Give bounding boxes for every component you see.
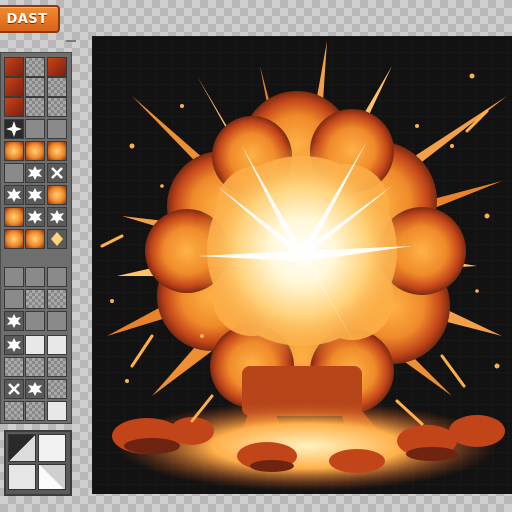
palette-tile[interactable] <box>25 77 45 97</box>
palette-tile[interactable] <box>4 207 24 227</box>
palette-tile[interactable] <box>25 141 45 161</box>
palette-tile[interactable] <box>4 141 24 161</box>
cross-icon <box>48 164 66 182</box>
palette-tile[interactable] <box>47 289 67 309</box>
palette-tile[interactable] <box>4 311 24 331</box>
palette-tile[interactable] <box>47 357 67 377</box>
palette-tile[interactable] <box>47 335 67 355</box>
preview-tile[interactable] <box>38 464 66 490</box>
palette-tile[interactable] <box>47 163 67 183</box>
top-toolbar-button[interactable]: DAST <box>0 5 60 33</box>
palette-tile[interactable] <box>4 185 24 205</box>
star-burst-icon <box>5 336 23 354</box>
explosion-canvas[interactable] <box>92 36 512 494</box>
palette-tile[interactable] <box>25 267 45 287</box>
diamond-icon <box>48 230 66 248</box>
star-burst-icon <box>26 164 44 182</box>
cross-icon <box>5 380 23 398</box>
palette-tile[interactable] <box>25 229 45 249</box>
palette-tile[interactable] <box>4 335 24 355</box>
preview-tile[interactable] <box>8 464 36 490</box>
tile-palette-panel <box>0 52 72 424</box>
star-burst-icon <box>5 186 23 204</box>
palette-tile[interactable] <box>4 289 24 309</box>
palette-tile[interactable] <box>25 311 45 331</box>
palette-tile[interactable] <box>25 289 45 309</box>
palette-tile[interactable] <box>4 57 24 77</box>
palette-tile[interactable] <box>47 141 67 161</box>
palette-tile[interactable] <box>4 97 24 117</box>
sparkle-icon <box>5 120 23 138</box>
palette-tile[interactable] <box>47 97 67 117</box>
collapse-handle-icon[interactable] <box>66 40 76 48</box>
explosion-sprite <box>100 41 507 491</box>
palette-tile[interactable] <box>47 119 67 139</box>
top-toolbar-button-label: DAST <box>6 11 48 27</box>
palette-tile[interactable] <box>47 57 67 77</box>
star-burst-icon <box>26 380 44 398</box>
preview-tile[interactable] <box>8 434 36 462</box>
palette-tile[interactable] <box>4 401 24 421</box>
palette-tile[interactable] <box>47 229 67 249</box>
star-burst-icon <box>5 312 23 330</box>
palette-tile[interactable] <box>4 119 24 139</box>
star-burst-icon <box>48 208 66 226</box>
palette-tile[interactable] <box>47 379 67 399</box>
palette-tile[interactable] <box>25 57 45 77</box>
palette-tile[interactable] <box>25 163 45 183</box>
palette-tile[interactable] <box>4 357 24 377</box>
palette-tile[interactable] <box>47 77 67 97</box>
star-burst-icon <box>26 186 44 204</box>
palette-preview-panel <box>4 430 72 496</box>
palette-tile[interactable] <box>4 77 24 97</box>
palette-tile[interactable] <box>47 185 67 205</box>
palette-tile[interactable] <box>25 207 45 227</box>
palette-tile[interactable] <box>4 163 24 183</box>
palette-tile[interactable] <box>4 267 24 287</box>
palette-tile[interactable] <box>47 401 67 421</box>
palette-tile[interactable] <box>25 119 45 139</box>
palette-tile[interactable] <box>25 401 45 421</box>
palette-tile[interactable] <box>25 97 45 117</box>
palette-tile[interactable] <box>25 185 45 205</box>
palette-tile[interactable] <box>4 379 24 399</box>
palette-tile[interactable] <box>25 357 45 377</box>
preview-tile[interactable] <box>38 434 66 462</box>
palette-tile[interactable] <box>4 229 24 249</box>
star-burst-icon <box>26 208 44 226</box>
palette-tile[interactable] <box>47 311 67 331</box>
palette-tile[interactable] <box>47 267 67 287</box>
palette-tile[interactable] <box>25 335 45 355</box>
palette-tile[interactable] <box>25 379 45 399</box>
palette-tile[interactable] <box>47 207 67 227</box>
